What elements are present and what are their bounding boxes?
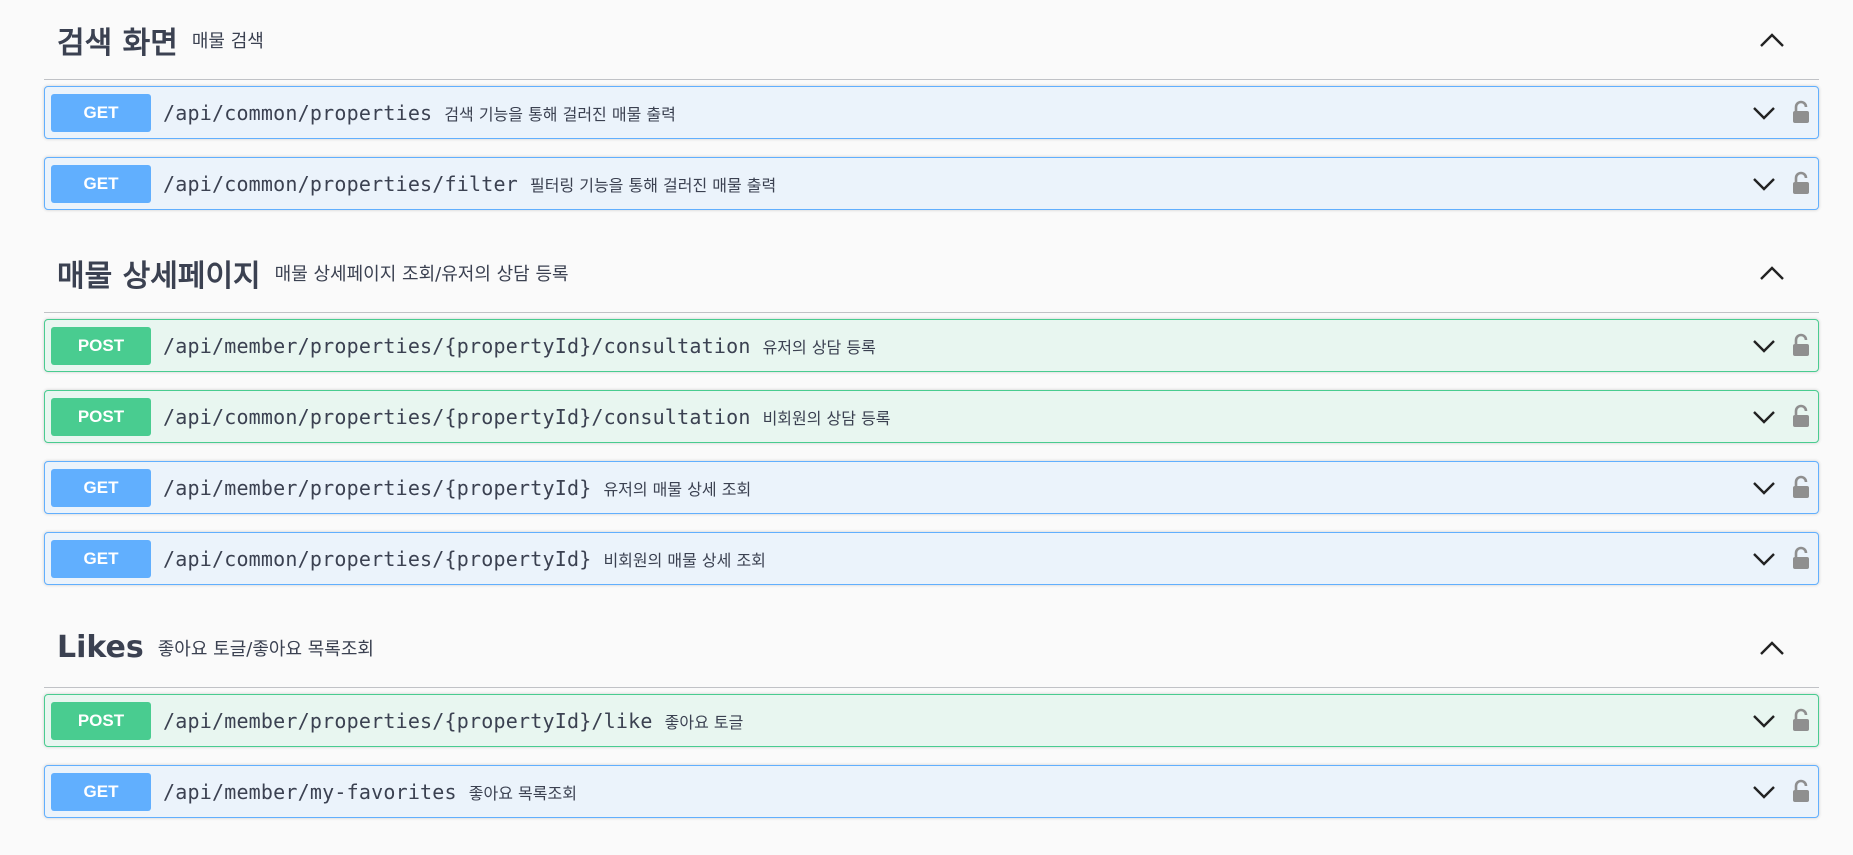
method-badge: POST: [51, 397, 151, 436]
operation-path: /api/common/properties/{propertyId}/cons…: [163, 404, 751, 429]
operation-row[interactable]: POST /api/common/properties/{propertyId}…: [44, 390, 1819, 443]
chevron-down-icon[interactable]: [1752, 552, 1776, 566]
lock-icon[interactable]: [1792, 171, 1810, 195]
tag-section-likes: Likes 좋아요 토글/좋아요 목록조회 POST /api/member/p…: [44, 608, 1819, 818]
tag-section-property-detail: 매물 상세페이지 매물 상세페이지 조회/유저의 상담 등록 POST /api…: [44, 233, 1819, 585]
chevron-down-icon[interactable]: [1752, 785, 1776, 799]
chevron-down-icon[interactable]: [1752, 410, 1776, 424]
operation-summary: 좋아요 목록조회: [468, 783, 577, 803]
chevron-up-icon[interactable]: [1759, 32, 1785, 48]
tag-title: Likes: [57, 630, 144, 665]
lock-icon[interactable]: [1792, 333, 1810, 357]
chevron-up-icon[interactable]: [1759, 640, 1785, 656]
operation-path: /api/common/properties: [163, 100, 433, 125]
operation-path: /api/member/properties/{propertyId}: [163, 475, 592, 500]
lock-icon[interactable]: [1792, 546, 1810, 570]
lock-icon[interactable]: [1792, 708, 1810, 732]
chevron-down-icon[interactable]: [1752, 339, 1776, 353]
operation-summary: 비회원의 상담 등록: [762, 408, 891, 428]
tag-header[interactable]: 매물 상세페이지 매물 상세페이지 조회/유저의 상담 등록: [44, 233, 1819, 313]
tag-description: 매물 검색: [191, 30, 264, 52]
operation-path: /api/member/properties/{propertyId}/like: [163, 708, 653, 733]
operation-path: /api/common/properties/{propertyId}: [163, 546, 592, 571]
lock-icon[interactable]: [1792, 100, 1810, 124]
operation-path: /api/member/properties/{propertyId}/cons…: [163, 333, 751, 358]
operation-summary: 비회원의 매물 상세 조회: [603, 550, 766, 570]
tag-header[interactable]: Likes 좋아요 토글/좋아요 목록조회: [44, 608, 1819, 688]
operation-path: /api/member/my-favorites: [163, 779, 457, 804]
tag-description: 매물 상세페이지 조회/유저의 상담 등록: [274, 263, 569, 285]
method-badge: GET: [51, 164, 151, 203]
operation-summary: 유저의 상담 등록: [762, 337, 876, 357]
method-badge: POST: [51, 326, 151, 365]
method-badge: GET: [51, 93, 151, 132]
tag-section-search: 검색 화면 매물 검색 GET /api/common/properties 검…: [44, 0, 1819, 210]
operation-summary: 유저의 매물 상세 조회: [603, 479, 752, 499]
tag-title: 검색 화면: [57, 25, 178, 61]
tag-title: 매물 상세페이지: [57, 258, 261, 294]
chevron-down-icon[interactable]: [1752, 106, 1776, 120]
lock-icon[interactable]: [1792, 404, 1810, 428]
lock-icon[interactable]: [1792, 475, 1810, 499]
operation-row[interactable]: GET /api/member/my-favorites 좋아요 목록조회: [44, 765, 1819, 818]
operation-summary: 필터링 기능을 통해 걸러진 매물 출력: [530, 175, 777, 195]
tag-description: 좋아요 토글/좋아요 목록조회: [157, 638, 374, 660]
chevron-up-icon[interactable]: [1759, 265, 1785, 281]
operation-row[interactable]: GET /api/member/properties/{propertyId} …: [44, 461, 1819, 514]
operation-path: /api/common/properties/filter: [163, 171, 518, 196]
operation-row[interactable]: GET /api/common/properties 검색 기능을 통해 걸러진…: [44, 86, 1819, 139]
chevron-down-icon[interactable]: [1752, 177, 1776, 191]
operation-row[interactable]: POST /api/member/properties/{propertyId}…: [44, 319, 1819, 372]
method-badge: GET: [51, 468, 151, 507]
method-badge: POST: [51, 701, 151, 740]
method-badge: GET: [51, 539, 151, 578]
operation-summary: 좋아요 토글: [664, 712, 744, 732]
chevron-down-icon[interactable]: [1752, 481, 1776, 495]
swagger-operations-list: 검색 화면 매물 검색 GET /api/common/properties 검…: [0, 0, 1853, 855]
chevron-down-icon[interactable]: [1752, 714, 1776, 728]
tag-header[interactable]: 검색 화면 매물 검색: [44, 0, 1819, 80]
operation-row[interactable]: GET /api/common/properties/filter 필터링 기능…: [44, 157, 1819, 210]
lock-icon[interactable]: [1792, 779, 1810, 803]
operation-row[interactable]: POST /api/member/properties/{propertyId}…: [44, 694, 1819, 747]
operation-summary: 검색 기능을 통해 걸러진 매물 출력: [444, 104, 676, 124]
operation-row[interactable]: GET /api/common/properties/{propertyId} …: [44, 532, 1819, 585]
method-badge: GET: [51, 772, 151, 811]
